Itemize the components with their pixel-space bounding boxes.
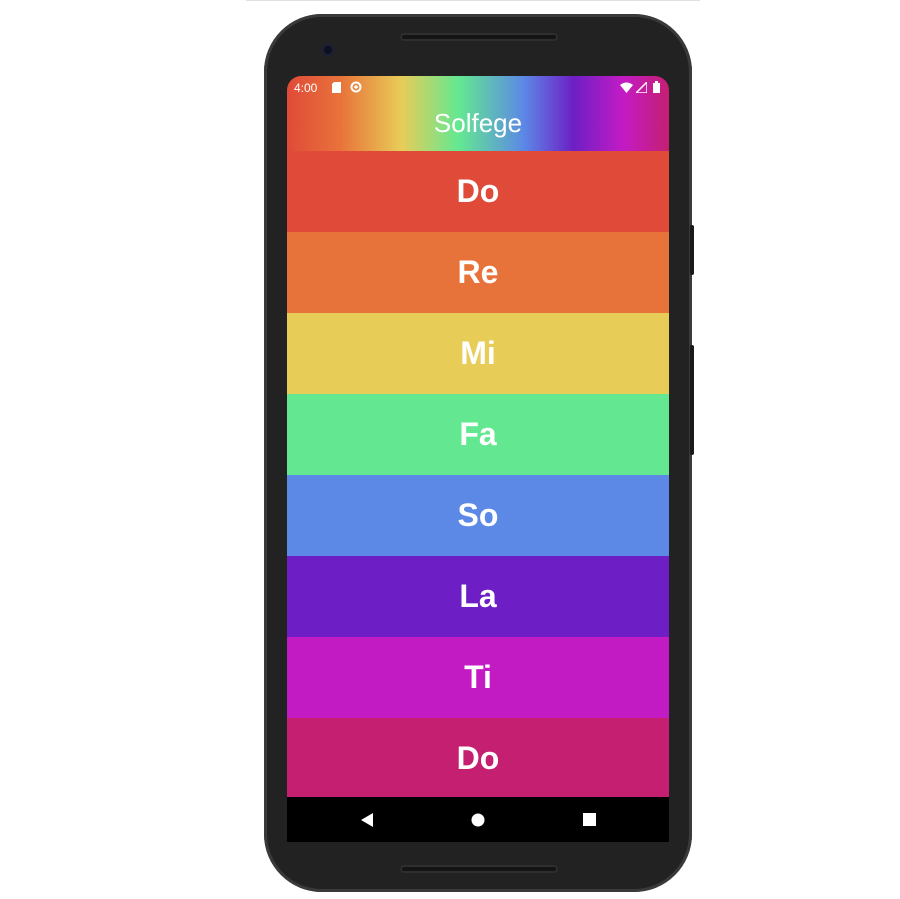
note-bar-do-high[interactable]: Do xyxy=(287,718,669,799)
note-bar-la[interactable]: La xyxy=(287,556,669,637)
note-list: Do Re Mi Fa So La Ti Do xyxy=(287,151,669,799)
cell-signal-icon xyxy=(636,82,647,93)
status-bar: 4:00 xyxy=(287,76,669,100)
phone-screen: 4:00 Solfege Do Re Mi Fa So La Ti Do xyxy=(287,76,669,842)
app-bar: 4:00 Solfege xyxy=(287,76,669,151)
front-camera xyxy=(322,44,334,56)
device-frame-edge xyxy=(246,0,700,1)
note-bar-mi[interactable]: Mi xyxy=(287,313,669,394)
bottom-speaker xyxy=(400,865,558,873)
back-triangle-icon xyxy=(361,812,373,827)
top-speaker xyxy=(400,33,558,41)
home-circle-icon xyxy=(471,813,485,826)
navigation-bar xyxy=(287,797,669,842)
sim-card-icon xyxy=(332,82,341,93)
note-bar-do[interactable]: Do xyxy=(287,151,669,232)
volume-button xyxy=(690,225,694,275)
note-bar-so[interactable]: So xyxy=(287,475,669,556)
note-bar-fa[interactable]: Fa xyxy=(287,394,669,475)
battery-icon xyxy=(653,81,660,93)
wifi-icon xyxy=(620,82,633,93)
recents-button[interactable] xyxy=(559,797,619,842)
app-title: Solfege xyxy=(433,108,523,138)
note-bar-re[interactable]: Re xyxy=(287,232,669,313)
power-button xyxy=(690,345,694,455)
status-time: 4:00 xyxy=(294,81,318,95)
back-button[interactable] xyxy=(337,797,397,842)
note-bar-ti[interactable]: Ti xyxy=(287,637,669,718)
recents-square-icon xyxy=(582,813,596,826)
home-button[interactable] xyxy=(448,797,508,842)
data-saver-icon xyxy=(350,81,362,93)
